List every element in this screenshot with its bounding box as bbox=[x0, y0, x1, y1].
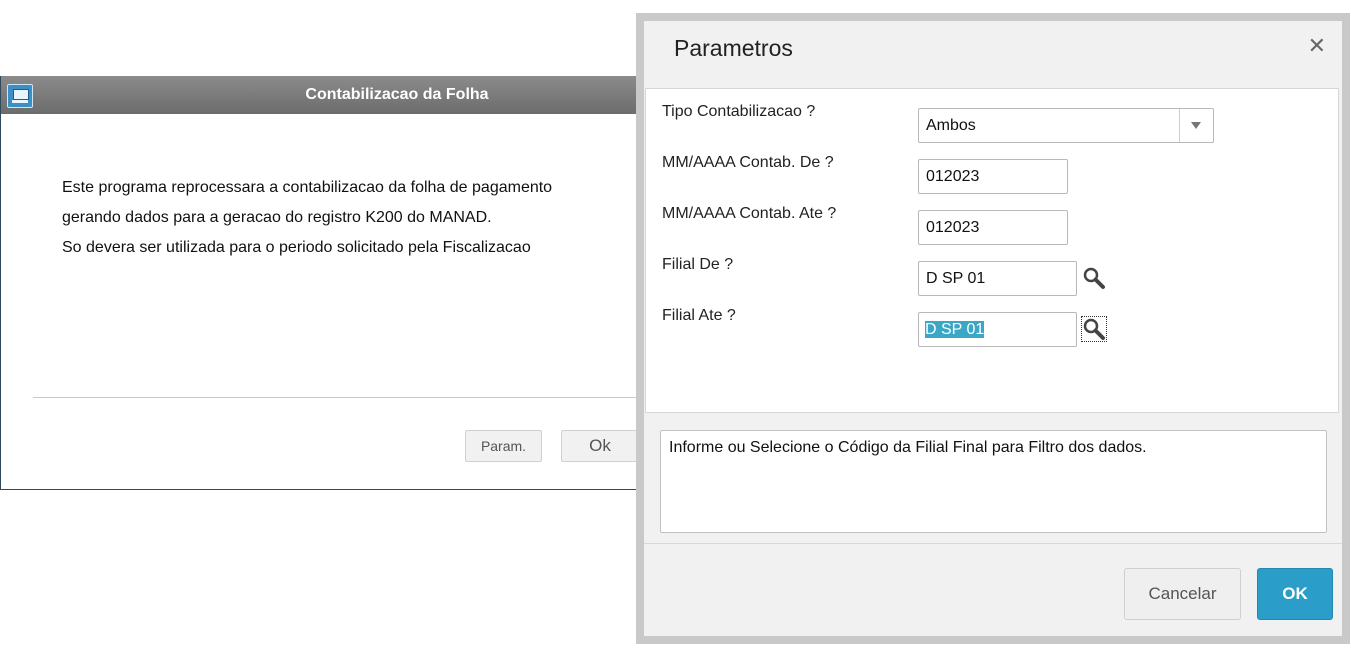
input-value: 012023 bbox=[926, 219, 980, 236]
field-label-filial-de: Filial De ? bbox=[662, 256, 734, 273]
selected-input-value: D SP 01 bbox=[925, 321, 985, 338]
divider bbox=[33, 397, 645, 398]
magnifier-icon[interactable] bbox=[1081, 316, 1107, 342]
help-panel: Informe ou Selecione o Código da Filial … bbox=[660, 430, 1327, 533]
chevron-down-icon bbox=[1191, 122, 1201, 129]
ok-button[interactable]: OK bbox=[1257, 568, 1333, 620]
param-button[interactable]: Param. bbox=[465, 430, 542, 462]
field-label-contab-ate: MM/AAAA Contab. Ate ? bbox=[662, 205, 837, 222]
ok-button-main[interactable]: Ok bbox=[561, 430, 639, 462]
field-label-filial-ate: Filial Ate ? bbox=[662, 307, 736, 324]
program-description: Este programa reprocessara a contabiliza… bbox=[62, 173, 552, 263]
window-titlebar[interactable]: Contabilizacao da Folha bbox=[1, 76, 644, 114]
field-label-contab-de: MM/AAAA Contab. De ? bbox=[662, 154, 834, 171]
tipo-contabilizacao-select[interactable]: Ambos bbox=[918, 108, 1214, 143]
input-value: D SP 01 bbox=[926, 270, 986, 287]
field-label-tipo-contabilizacao: Tipo Contabilizacao ? bbox=[662, 103, 816, 120]
close-icon[interactable]: ✕ bbox=[1308, 35, 1326, 57]
parametros-dialog: Parametros ✕ Tipo Contabilizacao ? Ambos… bbox=[636, 13, 1350, 644]
description-line: Este programa reprocessara a contabiliza… bbox=[62, 179, 553, 196]
cancel-button[interactable]: Cancelar bbox=[1124, 568, 1241, 620]
main-window: Contabilizacao da Folha Este programa re… bbox=[0, 76, 645, 490]
parameters-form: Tipo Contabilizacao ? Ambos MM/AAAA Cont… bbox=[645, 88, 1339, 413]
select-value: Ambos bbox=[926, 117, 976, 134]
dialog-title: Parametros bbox=[674, 35, 793, 61]
filial-de-input[interactable]: D SP 01 bbox=[918, 261, 1077, 296]
contab-de-input[interactable]: 012023 bbox=[918, 159, 1068, 194]
filial-ate-input[interactable]: D SP 01 bbox=[918, 312, 1077, 347]
dropdown-button[interactable] bbox=[1179, 109, 1213, 142]
divider bbox=[644, 543, 1342, 544]
description-line: gerando dados para a geracao do registro… bbox=[62, 209, 492, 226]
input-value: 012023 bbox=[926, 168, 980, 185]
contab-ate-input[interactable]: 012023 bbox=[918, 210, 1068, 245]
help-text: Informe ou Selecione o Código da Filial … bbox=[669, 439, 1147, 456]
magnifier-icon[interactable] bbox=[1082, 266, 1106, 290]
description-line: So devera ser utilizada para o periodo s… bbox=[62, 239, 531, 256]
